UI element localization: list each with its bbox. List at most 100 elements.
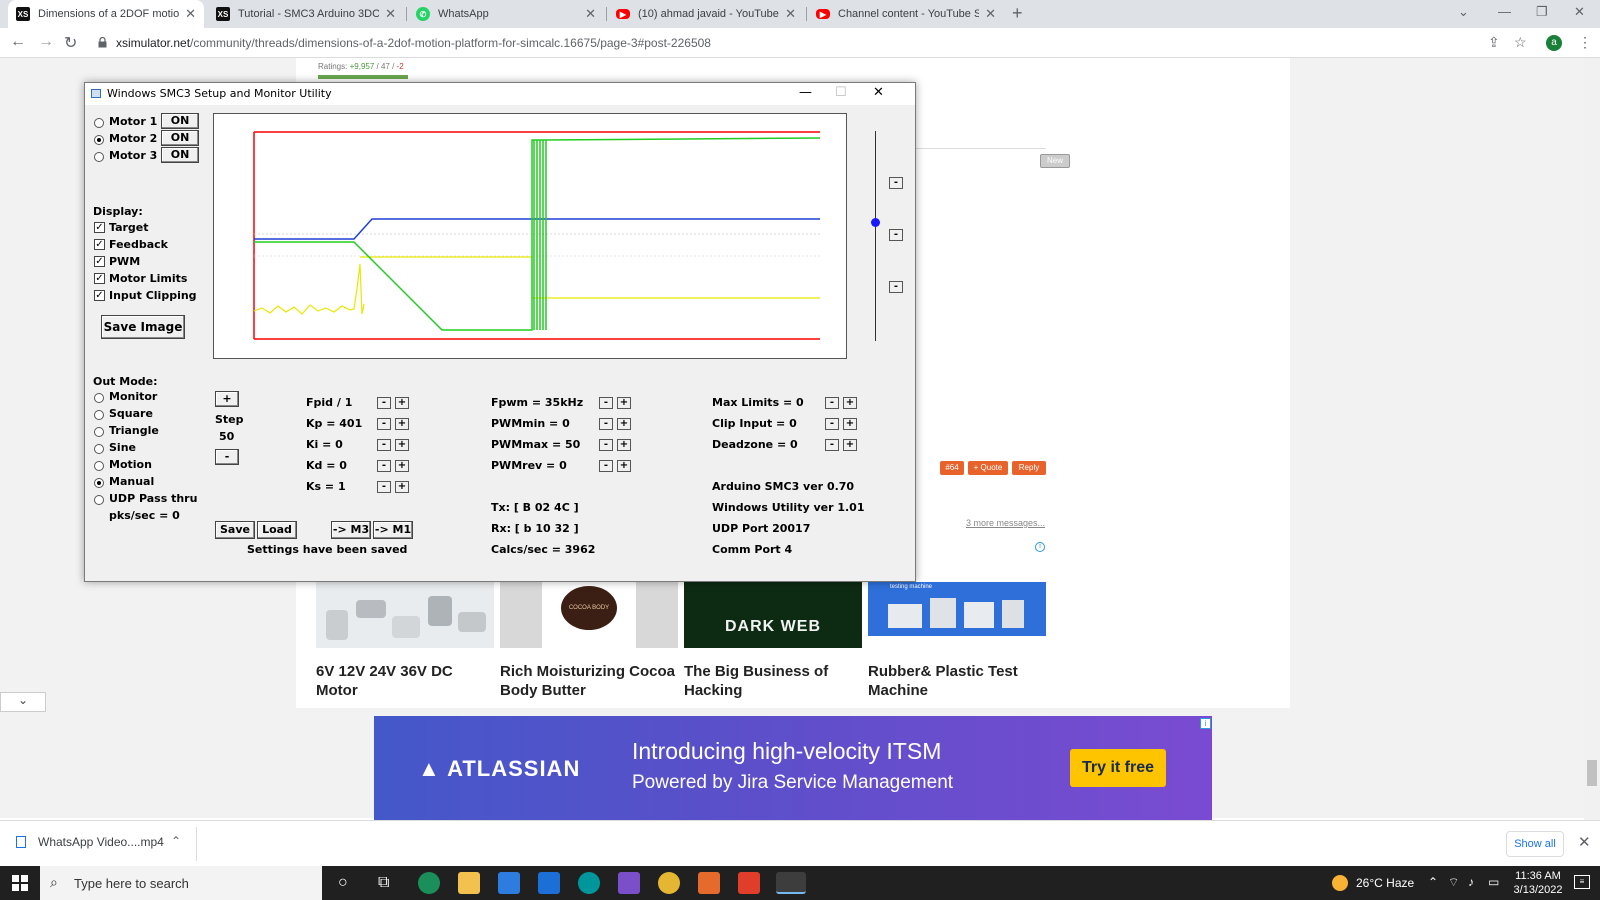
edge-icon[interactable] bbox=[418, 872, 440, 894]
slider-button-mid[interactable]: - bbox=[889, 229, 903, 241]
windows-start-icon[interactable] bbox=[12, 875, 28, 891]
clip-input-plus-button[interactable]: + bbox=[843, 418, 857, 430]
kd-minus-button[interactable]: - bbox=[377, 460, 391, 472]
address-bar[interactable]: xsimulator.net/community/threads/dimensi… bbox=[116, 36, 711, 50]
back-icon[interactable]: ← bbox=[10, 33, 26, 51]
mode-triangle-radio[interactable] bbox=[94, 427, 104, 437]
pwm-checkbox[interactable]: ✓ bbox=[94, 256, 105, 267]
load-button[interactable]: Load bbox=[257, 521, 297, 539]
ki-minus-button[interactable]: - bbox=[377, 439, 391, 451]
show-all-button[interactable]: Show all bbox=[1506, 831, 1564, 857]
matlab-icon[interactable] bbox=[698, 872, 720, 894]
minimize-icon[interactable]: — bbox=[1498, 4, 1511, 19]
close-window-icon[interactable]: ✕ bbox=[1574, 4, 1585, 20]
scrollbar-thumb[interactable] bbox=[1587, 760, 1597, 786]
reply-button[interactable]: Reply bbox=[1012, 461, 1046, 475]
ki-plus-button[interactable]: + bbox=[395, 439, 409, 451]
volume-icon[interactable]: ♪ bbox=[1468, 875, 1474, 889]
quote-button[interactable]: + Quote bbox=[968, 461, 1008, 475]
kp-minus-button[interactable]: - bbox=[377, 418, 391, 430]
pwmmin-plus-button[interactable]: + bbox=[617, 418, 631, 430]
ad-card-body-butter[interactable]: COCOA BODY BUTTER Rich Moisturizing Coco… bbox=[500, 582, 678, 700]
ad-info-icon[interactable]: i bbox=[1035, 542, 1045, 552]
kd-plus-button[interactable]: + bbox=[395, 460, 409, 472]
save-button[interactable]: Save bbox=[215, 521, 255, 539]
taskbar-search-box[interactable]: ⌕ Type here to search bbox=[40, 866, 322, 900]
close-icon[interactable]: ✕ bbox=[873, 85, 884, 100]
smc3-taskbar-icon[interactable] bbox=[776, 872, 806, 894]
ks-plus-button[interactable]: + bbox=[395, 481, 409, 493]
motor-1-on-button[interactable]: ON bbox=[161, 113, 199, 129]
step-plus-button[interactable]: + bbox=[215, 391, 239, 407]
step-minus-button[interactable]: - bbox=[215, 449, 239, 465]
ks-minus-button[interactable]: - bbox=[377, 481, 391, 493]
mail-icon[interactable] bbox=[538, 872, 560, 894]
cortana-icon[interactable]: ○ bbox=[338, 874, 348, 892]
visual-studio-icon[interactable] bbox=[618, 872, 640, 894]
weather-text[interactable]: 26°C Haze bbox=[1356, 876, 1414, 890]
slider-button-top[interactable]: - bbox=[889, 177, 903, 189]
chevron-up-icon[interactable]: ⌃ bbox=[1428, 875, 1438, 889]
chrome-icon[interactable] bbox=[658, 872, 680, 894]
file-explorer-icon[interactable] bbox=[458, 872, 480, 894]
max-limits-plus-button[interactable]: + bbox=[843, 397, 857, 409]
forward-icon[interactable]: → bbox=[38, 33, 54, 51]
task-view-icon[interactable]: ⧉ bbox=[378, 874, 389, 892]
slider-thumb[interactable] bbox=[871, 218, 880, 227]
tab-youtube-channel[interactable]: ▶ (10) ahmad javaid - YouTube ✕ bbox=[608, 0, 804, 28]
close-tab-icon[interactable]: ✕ bbox=[585, 6, 596, 22]
close-tab-icon[interactable]: ✕ bbox=[385, 6, 396, 22]
post-number-button[interactable]: #64 bbox=[940, 461, 964, 475]
collapse-ad-button[interactable]: ⌄ bbox=[0, 692, 46, 712]
taskbar-clock[interactable]: 11:36 AM 3/13/2022 bbox=[1512, 869, 1564, 897]
close-tab-icon[interactable]: ✕ bbox=[785, 6, 796, 22]
fpid-plus-button[interactable]: + bbox=[395, 397, 409, 409]
deadzone-minus-button[interactable]: - bbox=[825, 439, 839, 451]
save-image-button[interactable]: Save Image bbox=[101, 315, 185, 339]
store-icon[interactable] bbox=[498, 872, 520, 894]
arduino-icon[interactable] bbox=[578, 872, 600, 894]
try-it-free-button[interactable]: Try it free bbox=[1070, 749, 1166, 787]
atlassian-ad-banner[interactable]: ▲ ATLASSIAN Introducing high-velocity IT… bbox=[374, 716, 1212, 820]
minimize-icon[interactable]: — bbox=[799, 85, 812, 100]
pwmmin-minus-button[interactable]: - bbox=[599, 418, 613, 430]
reload-icon[interactable]: ↻ bbox=[64, 33, 77, 53]
close-tab-icon[interactable]: ✕ bbox=[985, 6, 996, 22]
kp-plus-button[interactable]: + bbox=[395, 418, 409, 430]
page-scrollbar[interactable] bbox=[1584, 58, 1600, 820]
new-tab-icon[interactable]: + bbox=[1012, 3, 1023, 24]
motor-3-on-button[interactable]: ON bbox=[161, 147, 199, 163]
pwmrev-plus-button[interactable]: + bbox=[617, 460, 631, 472]
motor-1-radio[interactable] bbox=[94, 118, 104, 128]
max-limits-minus-button[interactable]: - bbox=[825, 397, 839, 409]
manual-position-slider[interactable] bbox=[875, 131, 876, 341]
smc3-title-bar[interactable]: Windows SMC3 Setup and Monitor Utility —… bbox=[85, 83, 915, 105]
bookmark-star-icon[interactable]: ☆ bbox=[1514, 34, 1527, 51]
close-tab-icon[interactable]: ✕ bbox=[185, 6, 196, 22]
lock-icon[interactable] bbox=[98, 37, 107, 48]
more-messages-link[interactable]: 3 more messages... bbox=[966, 518, 1045, 528]
tab-tutorial-smc3[interactable]: XS Tutorial - SMC3 Arduino 3DOF M ✕ bbox=[208, 0, 404, 28]
mode-manual-radio[interactable] bbox=[94, 478, 104, 488]
motor-2-radio[interactable] bbox=[94, 135, 104, 145]
pwmmax-plus-button[interactable]: + bbox=[617, 439, 631, 451]
menu-kebab-icon[interactable]: ⋮ bbox=[1578, 34, 1592, 51]
pwmmax-minus-button[interactable]: - bbox=[599, 439, 613, 451]
motor-2-on-button[interactable]: ON bbox=[161, 130, 199, 146]
copy-to-m3-button[interactable]: -> M3 bbox=[331, 521, 371, 539]
notifications-icon[interactable]: ≡ bbox=[1574, 875, 1590, 889]
pwmrev-minus-button[interactable]: - bbox=[599, 460, 613, 472]
ad-card-dark-web[interactable]: DARK WEB The Big Business of Hacking bbox=[684, 582, 862, 700]
ad-info-icon[interactable]: i bbox=[1200, 718, 1211, 729]
mode-sine-radio[interactable] bbox=[94, 444, 104, 454]
chevron-up-icon[interactable]: ⌃ bbox=[171, 834, 181, 848]
tab-search-icon[interactable]: ⌄ bbox=[1458, 4, 1469, 20]
battery-icon[interactable]: ▭ bbox=[1488, 875, 1499, 889]
share-icon[interactable]: ⇪ bbox=[1488, 34, 1500, 51]
close-icon[interactable]: ✕ bbox=[1578, 833, 1591, 851]
mode-udp-radio[interactable] bbox=[94, 495, 104, 505]
tab-whatsapp[interactable]: ✆ WhatsApp ✕ bbox=[408, 0, 604, 28]
mode-motion-radio[interactable] bbox=[94, 461, 104, 471]
wps-office-icon[interactable] bbox=[738, 872, 760, 894]
ad-card-test-machine[interactable]: testing machine Rubber& Plastic Test Mac… bbox=[868, 582, 1046, 700]
